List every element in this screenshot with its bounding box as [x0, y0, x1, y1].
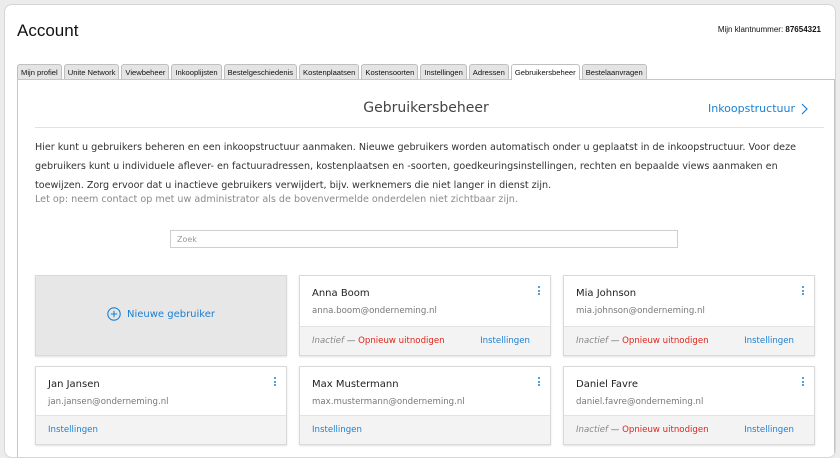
- tab-adressen[interactable]: Adressen: [468, 64, 509, 79]
- card-footer: Instellingen: [36, 415, 286, 444]
- user-name: Daniel Favre: [576, 379, 638, 390]
- inactive-label: Inactief: [576, 336, 609, 346]
- tab-instellingen[interactable]: Instellingen: [420, 64, 467, 79]
- purchase-structure-label: Inkoopstructuur: [707, 102, 795, 115]
- new-user-button[interactable]: Nieuwe gebruiker: [35, 275, 287, 356]
- account-tabs: Mijn profiel Unite Network Viewbeheer In…: [17, 64, 647, 80]
- settings-link[interactable]: Instellingen: [312, 425, 362, 435]
- new-user-label: Nieuwe gebruiker: [126, 308, 216, 320]
- vertical-dots-icon[interactable]: [800, 286, 806, 298]
- user-status: Inactief — Opnieuw uitnodigen: [312, 336, 445, 346]
- status-separator: —: [610, 336, 620, 346]
- user-card-jan-jansen: Jan Jansen jan.jansen@onderneming.nl Ins…: [35, 366, 287, 445]
- user-name: Mia Johnson: [576, 288, 637, 299]
- card-footer: Inactief — Opnieuw uitnodigen Instelling…: [300, 326, 550, 355]
- tab-kostenplaatsen[interactable]: Kostenplaatsen: [299, 64, 360, 79]
- user-email: jan.jansen@onderneming.nl: [48, 397, 169, 407]
- user-management-panel: Gebruikersbeheer Inkoopstructuur Hier ku…: [17, 79, 835, 457]
- section-description: Hier kunt u gebruikers beheren en een in…: [35, 142, 797, 191]
- settings-link[interactable]: Instellingen: [48, 425, 98, 435]
- card-footer: Inactief — Opnieuw uitnodigen Instelling…: [564, 415, 814, 444]
- tab-bestelaanvragen[interactable]: Bestelaanvragen: [581, 64, 647, 79]
- user-status: Inactief — Opnieuw uitnodigen: [576, 425, 709, 435]
- tab-gebruikersbeheer[interactable]: Gebruikersbeheer: [510, 64, 580, 80]
- reinvite-link[interactable]: Opnieuw uitnodigen: [622, 336, 709, 346]
- card-footer: Instellingen: [300, 415, 550, 444]
- user-email: max.mustermann@onderneming.nl: [312, 397, 465, 407]
- account-window: Account Mijn klantnummer: 87654321 Mijn …: [4, 4, 836, 458]
- reinvite-link[interactable]: Opnieuw uitnodigen: [622, 425, 709, 435]
- user-email: daniel.favre@onderneming.nl: [576, 397, 704, 407]
- reinvite-link[interactable]: Opnieuw uitnodigen: [358, 336, 445, 346]
- plus-circle-icon: [107, 307, 121, 321]
- status-separator: —: [610, 425, 620, 435]
- customer-number-label: Mijn klantnummer:: [717, 25, 784, 34]
- settings-link[interactable]: Instellingen: [744, 336, 794, 346]
- vertical-dots-icon[interactable]: [536, 377, 542, 389]
- vertical-dots-icon[interactable]: [800, 377, 806, 389]
- chevron-right-icon: [801, 103, 808, 114]
- tab-inkooplijsten[interactable]: Inkooplijsten: [171, 64, 222, 79]
- vertical-dots-icon[interactable]: [272, 377, 278, 389]
- user-email: mia.johnson@onderneming.nl: [576, 306, 705, 316]
- tab-mijn-profiel[interactable]: Mijn profiel: [17, 64, 62, 79]
- user-status: Inactief — Opnieuw uitnodigen: [576, 336, 709, 346]
- user-card-mia-johnson: Mia Johnson mia.johnson@onderneming.nl I…: [563, 275, 815, 356]
- tab-unite-network[interactable]: Unite Network: [63, 64, 120, 79]
- page-title: Account: [17, 21, 79, 40]
- status-separator: —: [346, 336, 356, 346]
- user-name: Anna Boom: [312, 288, 370, 299]
- user-card-daniel-favre: Daniel Favre daniel.favre@onderneming.nl…: [563, 366, 815, 445]
- inactive-label: Inactief: [312, 336, 345, 346]
- user-card-anna-boom: Anna Boom anna.boom@onderneming.nl Inact…: [299, 275, 551, 356]
- user-search-input[interactable]: [170, 230, 678, 248]
- customer-number-value: 87654321: [785, 25, 821, 34]
- purchase-structure-link[interactable]: Inkoopstructuur: [708, 102, 808, 115]
- user-name: Jan Jansen: [48, 379, 100, 390]
- user-email: anna.boom@onderneming.nl: [312, 306, 437, 316]
- settings-link[interactable]: Instellingen: [480, 336, 530, 346]
- tab-bestelgeschiedenis[interactable]: Bestelgeschiedenis: [223, 64, 298, 79]
- inactive-label: Inactief: [576, 425, 609, 435]
- vertical-dots-icon[interactable]: [536, 286, 542, 298]
- user-card-max-mustermann: Max Mustermann max.mustermann@ondernemin…: [299, 366, 551, 445]
- section-note: Let op: neem contact op met uw administr…: [35, 194, 518, 205]
- tab-viewbeheer[interactable]: Viewbeheer: [121, 64, 170, 79]
- section-divider: [35, 127, 824, 128]
- card-footer: Inactief — Opnieuw uitnodigen Instelling…: [564, 326, 814, 355]
- tab-kostensoorten[interactable]: Kostensoorten: [361, 64, 419, 79]
- settings-link[interactable]: Instellingen: [744, 425, 794, 435]
- customer-number: Mijn klantnummer: 87654321: [718, 25, 821, 34]
- user-name: Max Mustermann: [312, 379, 399, 390]
